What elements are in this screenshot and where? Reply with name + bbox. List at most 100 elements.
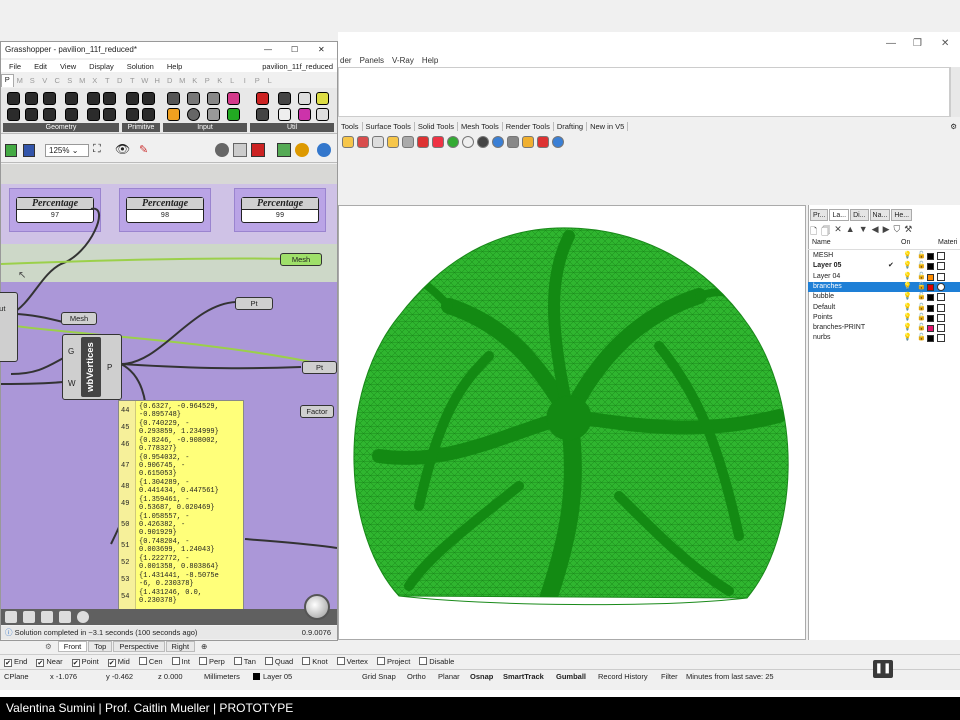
gh-tab[interactable]: M: [176, 76, 189, 85]
checkbox[interactable]: [302, 657, 311, 665]
bug-icon[interactable]: [41, 611, 53, 623]
lock-icon[interactable]: 🔓: [917, 292, 926, 302]
util-icon[interactable]: [298, 92, 311, 105]
gh-menu-solution[interactable]: Solution: [127, 62, 154, 71]
close-icon[interactable]: ✕: [941, 38, 949, 49]
home-icon[interactable]: [59, 611, 71, 623]
gh-tab[interactable]: L: [226, 76, 239, 85]
move-down-icon[interactable]: ▼: [859, 224, 868, 236]
gh-menu-view[interactable]: View: [60, 62, 76, 71]
arrow-icon[interactable]: [278, 92, 291, 105]
util-icon[interactable]: [316, 108, 329, 121]
factor-param[interactable]: Factor: [300, 405, 334, 418]
zoom-extents-icon[interactable]: ⛶: [93, 143, 101, 156]
input-icon[interactable]: [227, 92, 240, 105]
arrow-icon[interactable]: [278, 108, 291, 121]
lock-icon[interactable]: 🔓: [917, 303, 926, 313]
move-up-icon[interactable]: ▲: [846, 224, 855, 236]
tool-icon[interactable]: [402, 136, 414, 148]
material-icon[interactable]: [937, 272, 945, 281]
lock-icon[interactable]: 🔓: [917, 313, 926, 323]
gh-tab[interactable]: M: [76, 76, 89, 85]
gh-tab[interactable]: T: [126, 76, 139, 85]
planar-toggle[interactable]: Planar: [438, 672, 460, 681]
tab-surface-tools[interactable]: Surface Tools: [363, 122, 415, 131]
checkbox[interactable]: [233, 657, 242, 665]
open-file-icon[interactable]: [5, 144, 17, 157]
input-icon[interactable]: [187, 92, 200, 105]
group-label[interactable]: Primitive: [122, 123, 160, 132]
gumball-toggle[interactable]: Gumball: [556, 672, 586, 681]
filter-toggle[interactable]: Filter: [661, 672, 678, 681]
geometry-icon[interactable]: [65, 92, 78, 105]
material-icon[interactable]: [937, 303, 945, 312]
front-viewport[interactable]: [338, 205, 806, 640]
tab-named-views[interactable]: Na...: [869, 209, 891, 221]
minimize-icon[interactable]: —: [886, 38, 896, 49]
material-icon[interactable]: [937, 262, 945, 271]
geometry-icon[interactable]: [7, 108, 20, 121]
primitive-icon[interactable]: [142, 108, 155, 121]
tool-icon[interactable]: [357, 136, 369, 148]
gh-tab[interactable]: X: [89, 76, 102, 85]
osnap-disable[interactable]: Disable: [419, 657, 454, 666]
material-icon[interactable]: [937, 282, 945, 291]
display-icon[interactable]: [317, 143, 331, 157]
layer-name[interactable]: branches-PRINT: [813, 323, 865, 333]
osnap-project[interactable]: Project: [376, 657, 410, 666]
input-icon[interactable]: [167, 92, 180, 105]
lightbulb-icon[interactable]: 💡: [903, 323, 912, 333]
checkbox[interactable]: [376, 657, 385, 665]
tab-right[interactable]: Right: [165, 641, 196, 652]
util-icon[interactable]: [298, 108, 311, 121]
geometry-icon[interactable]: [43, 108, 56, 121]
lightbulb-icon[interactable]: 💡: [903, 251, 912, 261]
osnap-vertex[interactable]: Vertex: [336, 657, 368, 666]
tool-icon[interactable]: [432, 136, 444, 148]
tab-help[interactable]: He...: [891, 209, 913, 221]
layer-row[interactable]: Layer 05 ✔ 💡 🔓: [808, 261, 960, 271]
util-icon[interactable]: [316, 92, 329, 105]
osnap-knot[interactable]: Knot: [302, 657, 328, 666]
sketch-icon[interactable]: ✎: [139, 143, 148, 156]
material-icon[interactable]: [937, 313, 945, 322]
layer-name[interactable]: Default: [813, 303, 835, 313]
layer-row[interactable]: Layer 04 💡 🔓: [808, 272, 960, 282]
output-p[interactable]: P: [107, 363, 112, 372]
status-units[interactable]: Millimeters: [204, 672, 240, 681]
checkbox[interactable]: [138, 657, 147, 665]
gh-tab[interactable]: L: [264, 76, 277, 85]
add-viewport-icon[interactable]: ⊕: [196, 642, 212, 651]
sphere-icon[interactable]: [477, 136, 489, 148]
gh-tab[interactable]: D: [164, 76, 177, 85]
primitive-icon[interactable]: [126, 92, 139, 105]
lock-icon[interactable]: 🔓: [917, 272, 926, 282]
tool-icon[interactable]: [537, 136, 549, 148]
tab-render-tools[interactable]: Render Tools: [503, 122, 554, 131]
geometry-icon[interactable]: [7, 92, 20, 105]
col-material[interactable]: Materi: [938, 239, 957, 246]
maximize-icon[interactable]: ☐: [291, 42, 298, 58]
tab-perspective[interactable]: Perspective: [113, 641, 165, 652]
new-layer-icon[interactable]: 🗋: [810, 224, 817, 236]
tab-layers[interactable]: La...: [829, 209, 850, 221]
gh-tab[interactable]: T: [101, 76, 114, 85]
input-icon[interactable]: [167, 108, 180, 121]
tool-icon[interactable]: [507, 136, 519, 148]
osnap-perp[interactable]: Perp: [198, 657, 225, 666]
checkbox[interactable]: ✔: [107, 658, 116, 667]
gh-menu-file[interactable]: File: [9, 62, 21, 71]
gh-tab[interactable]: D: [114, 76, 127, 85]
osnap-near[interactable]: ✔ Near: [36, 657, 63, 667]
gh-document-name[interactable]: pavilion_11f_reduced: [262, 62, 333, 71]
material-icon[interactable]: [447, 136, 459, 148]
command-scrollbar[interactable]: [950, 67, 960, 117]
point-param[interactable]: Pt: [302, 361, 337, 374]
gh-tab[interactable]: K: [214, 76, 227, 85]
input-w[interactable]: W: [68, 379, 76, 388]
layer-row[interactable]: branches 💡 🔓: [808, 281, 960, 292]
layer-color-swatch[interactable]: [927, 325, 934, 333]
restore-icon[interactable]: ❐: [913, 38, 922, 49]
gh-tab[interactable]: I: [239, 76, 252, 85]
display-icon[interactable]: [277, 143, 291, 157]
